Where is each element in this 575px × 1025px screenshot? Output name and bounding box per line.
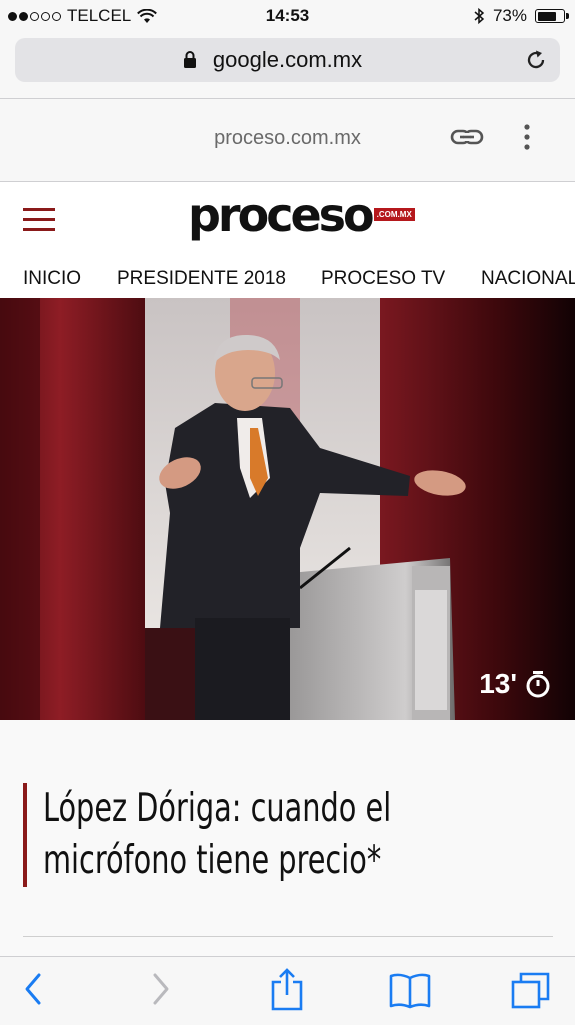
article-title: López Dóriga: cuando el micrófono tiene … <box>43 786 392 883</box>
reload-icon[interactable] <box>524 48 548 72</box>
link-icon[interactable] <box>450 125 484 149</box>
nav-item-nacional[interactable]: NACIONAL <box>481 268 575 290</box>
article-header: López Dóriga: cuando el micrófono tiene … <box>0 720 575 956</box>
logo-badge: .COM.MX <box>373 208 415 221</box>
tabs-icon[interactable] <box>510 970 552 1010</box>
forward-icon[interactable] <box>150 971 172 1007</box>
nav-item-inicio[interactable]: INICIO <box>23 268 81 290</box>
bookmarks-icon[interactable] <box>388 971 432 1009</box>
battery-icon <box>535 9 569 23</box>
amp-header: proceso.com.mx <box>0 99 575 181</box>
bluetooth-icon <box>474 7 485 25</box>
site-logo[interactable]: proceso .COM.MX <box>188 192 415 242</box>
menu-icon[interactable] <box>23 208 55 232</box>
back-icon[interactable] <box>22 971 44 1007</box>
more-options-icon[interactable] <box>519 123 535 153</box>
amp-domain[interactable]: proceso.com.mx <box>0 127 575 150</box>
logo-wordmark: proceso <box>188 188 375 242</box>
reading-time: 13' <box>479 668 551 700</box>
status-bar: TELCEL 14:53 73% <box>0 0 575 32</box>
divider <box>23 936 553 937</box>
site-header: proceso .COM.MX <box>0 182 575 260</box>
battery-percent: 73% <box>492 6 527 25</box>
hero-photo <box>0 298 575 720</box>
reading-time-value: 13' <box>479 668 517 699</box>
article-title-block: López Dóriga: cuando el micrófono tiene … <box>23 783 523 887</box>
share-icon[interactable] <box>270 967 304 1011</box>
browser-toolbar <box>0 956 575 1025</box>
nav-item-presidente-2018[interactable]: PRESIDENTE 2018 <box>117 268 286 290</box>
address-bar[interactable]: google.com.mx <box>15 38 560 82</box>
section-nav: INICIO PRESIDENTE 2018 PROCESO TV NACION… <box>0 260 575 298</box>
hero-image[interactable] <box>0 298 575 720</box>
stopwatch-icon <box>526 671 550 698</box>
url-text: google.com.mx <box>212 47 363 72</box>
nav-item-proceso-tv[interactable]: PROCESO TV <box>321 268 445 290</box>
